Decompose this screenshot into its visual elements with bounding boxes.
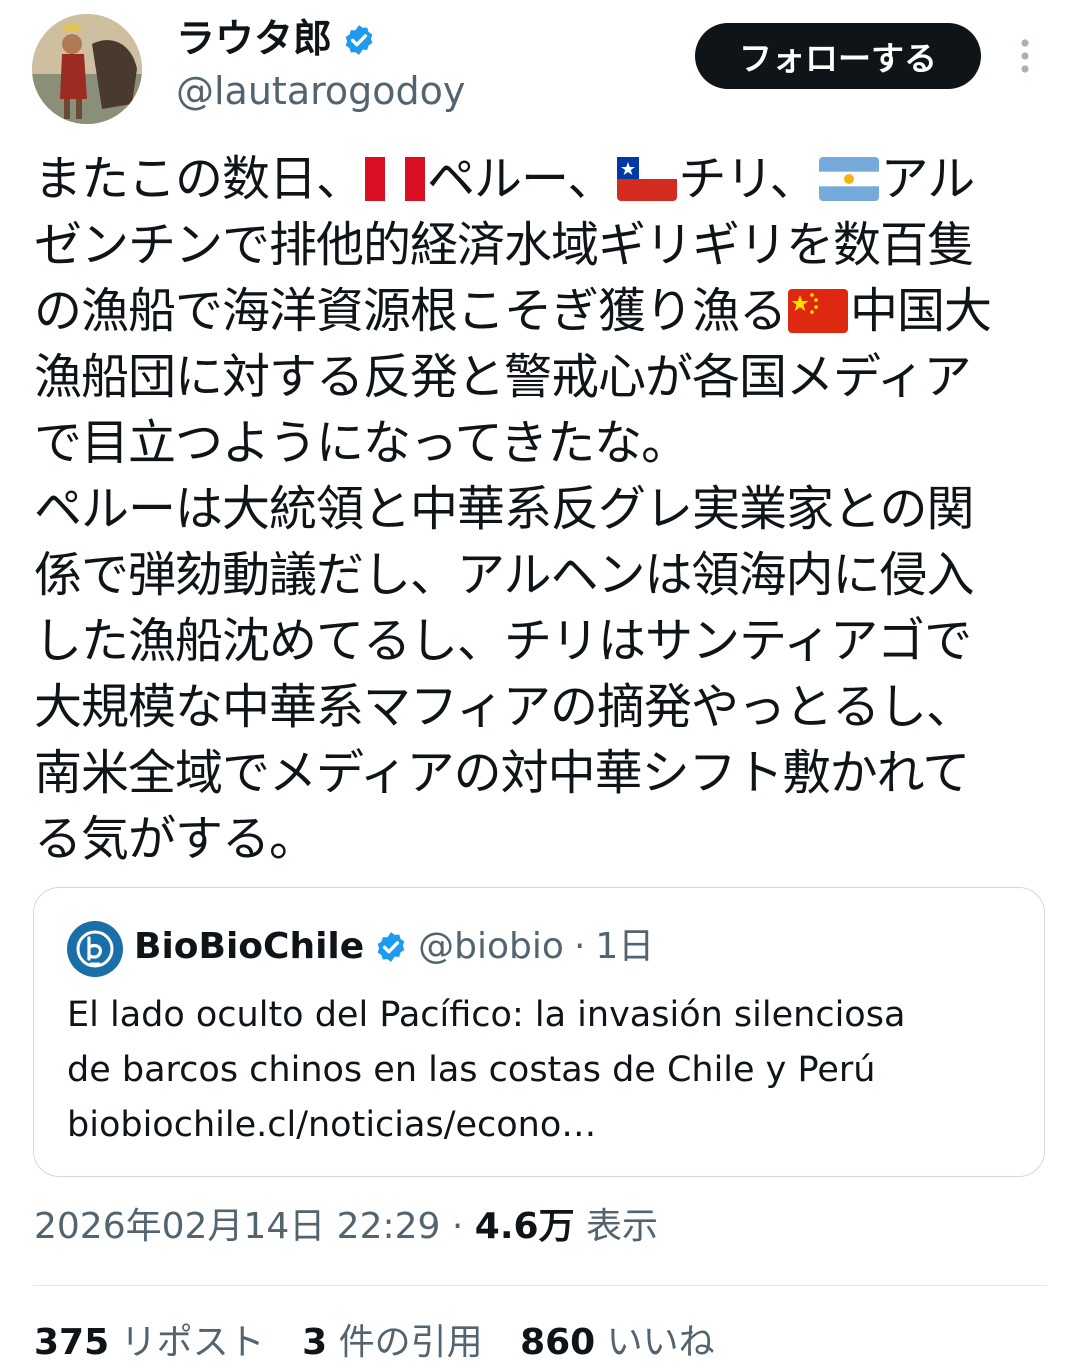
tweet-text-line: 南米全域でメディアの対中華シフト敷かれて (34, 740, 1054, 806)
tweet-text-line: ペルーは大統領と中華系反グレ実業家との関 (34, 476, 1054, 542)
quoted-time: 1日 (595, 926, 655, 967)
more-vertical-icon[interactable] (1008, 36, 1042, 76)
author-name[interactable]: ラウタ郎 (176, 16, 376, 64)
tweet-text-segment: 漁船団に対する反発と警戒心が各国メディア (34, 349, 972, 405)
tweet-text-segment: 中国大 (850, 283, 992, 339)
tweet-text-line: ゼンチンで排他的経済水域ギリギリを数百隻 (34, 212, 1054, 278)
quoted-text-line: El lado oculto del Pacífico: la invasión… (67, 995, 906, 1035)
quoted-link[interactable]: biobiochile.cl/noticias/econo… (67, 1098, 1017, 1153)
tweet-text-line: 大規模な中華系マフィアの摘発やっとるし、 (34, 674, 1054, 740)
tweet-text-segment: で目立つようになってきたな。 (34, 415, 689, 471)
reposts-stat[interactable]: 375 リポスト (34, 1322, 265, 1363)
tweet-text-segment: 大規模な中華系マフィアの摘発やっとるし、 (34, 679, 974, 735)
author-name-text: ラウタ郎 (176, 17, 333, 62)
tweet-text-line: 係で弾劾動議だし、アルヘンは領海内に侵入 (34, 542, 1054, 608)
tweet-text-line: した漁船沈めてるし、チリはサンティアゴで (34, 608, 1054, 674)
tweet-text-line: の漁船で海洋資源根こそぎ獲り漁る 中国大 (34, 278, 1054, 344)
tweet-text-segment: した漁船沈めてるし、チリはサンティアゴで (34, 613, 972, 669)
verified-badge-icon (345, 25, 373, 55)
tweet-text-segment: 係で弾劾動議だし、アルヘンは領海内に侵入 (34, 547, 975, 603)
quoted-text-line: de barcos chinos en las costas de Chile … (67, 1050, 876, 1090)
china-flag-icon (788, 289, 849, 333)
author-handle[interactable]: @lautarogodoy (176, 68, 465, 114)
tweet-datetime[interactable]: 2026年02月14日 22:29 (34, 1206, 440, 1247)
tweet-text-segment: アル (880, 151, 976, 207)
quotes-label: 件の引用 (338, 1322, 483, 1363)
tweet-text-segment: 南米全域でメディアの対中華シフト敷かれて (34, 745, 970, 801)
quoted-tweet-card[interactable]: BioBioChile @biobio · 1日 El lado oculto … (33, 887, 1045, 1177)
quoted-author-handle: @biobio (418, 926, 564, 967)
tweet-text-segment: ゼンチンで排他的経済水域ギリギリを数百隻 (34, 217, 975, 273)
tweet-header: ラウタ郎 @lautarogodoy フォローする (0, 0, 1080, 130)
tweet-text-line: で目立つようになってきたな。 (34, 410, 1054, 476)
tweet-text-line: 漁船団に対する反発と警戒心が各国メディア (34, 344, 1054, 410)
quotes-stat[interactable]: 3 件の引用 (302, 1322, 483, 1363)
timestamp-separator: · (451, 1206, 464, 1247)
likes-count: 860 (520, 1322, 596, 1363)
quotes-count: 3 (302, 1322, 328, 1363)
likes-label: いいね (606, 1322, 715, 1363)
verified-badge-icon (377, 932, 405, 962)
quoted-author: BioBioChile @biobio · 1日 (134, 924, 654, 970)
tweet-text-segment: ペルーは大統領と中華系反グレ実業家との関 (34, 481, 975, 537)
author-avatar[interactable] (32, 14, 142, 124)
peru-flag-icon (365, 157, 426, 201)
avatar-image (32, 14, 142, 124)
tweet-timestamp-row: 2026年02月14日 22:29 · 4.6万 表示 (34, 1202, 658, 1252)
tweet-text: またこの数日、 ペルー、 チリ、 アルゼンチンで排他的経済水域ギリギリを数百隻 の漁船で… (34, 146, 1054, 872)
views-label: 表示 (586, 1206, 659, 1247)
biobio-logo-icon (67, 921, 123, 977)
reposts-label: リポスト (120, 1322, 265, 1363)
follow-button[interactable]: フォローする (695, 23, 981, 89)
argentina-flag-icon (818, 157, 879, 201)
tweet-text-segment: る気がする。 (34, 811, 317, 867)
quoted-separator: · (573, 926, 586, 967)
tweet-text-line: またこの数日、 ペルー、 チリ、 アル (34, 146, 1054, 212)
quoted-text: El lado oculto del Pacífico: la invasión… (67, 988, 1017, 1153)
tweet-text-segment: またこの数日、 (34, 151, 364, 207)
quoted-author-name: BioBioChile (134, 926, 365, 967)
tweet-text-line: る気がする。 (34, 806, 1054, 872)
reposts-count: 375 (34, 1322, 110, 1363)
tweet-text-segment: ペルー、 (427, 151, 616, 207)
chile-flag-icon (616, 157, 677, 201)
tweet-text-segment: チリ、 (678, 151, 818, 207)
engagement-stats: 375 リポスト 3 件の引用 860 いいね (34, 1318, 741, 1368)
views-count: 4.6万 (474, 1206, 575, 1247)
tweet-text-segment: の漁船で海洋資源根こそぎ獲り漁る (34, 283, 787, 339)
divider (33, 1285, 1047, 1286)
likes-stat[interactable]: 860 いいね (520, 1322, 715, 1363)
